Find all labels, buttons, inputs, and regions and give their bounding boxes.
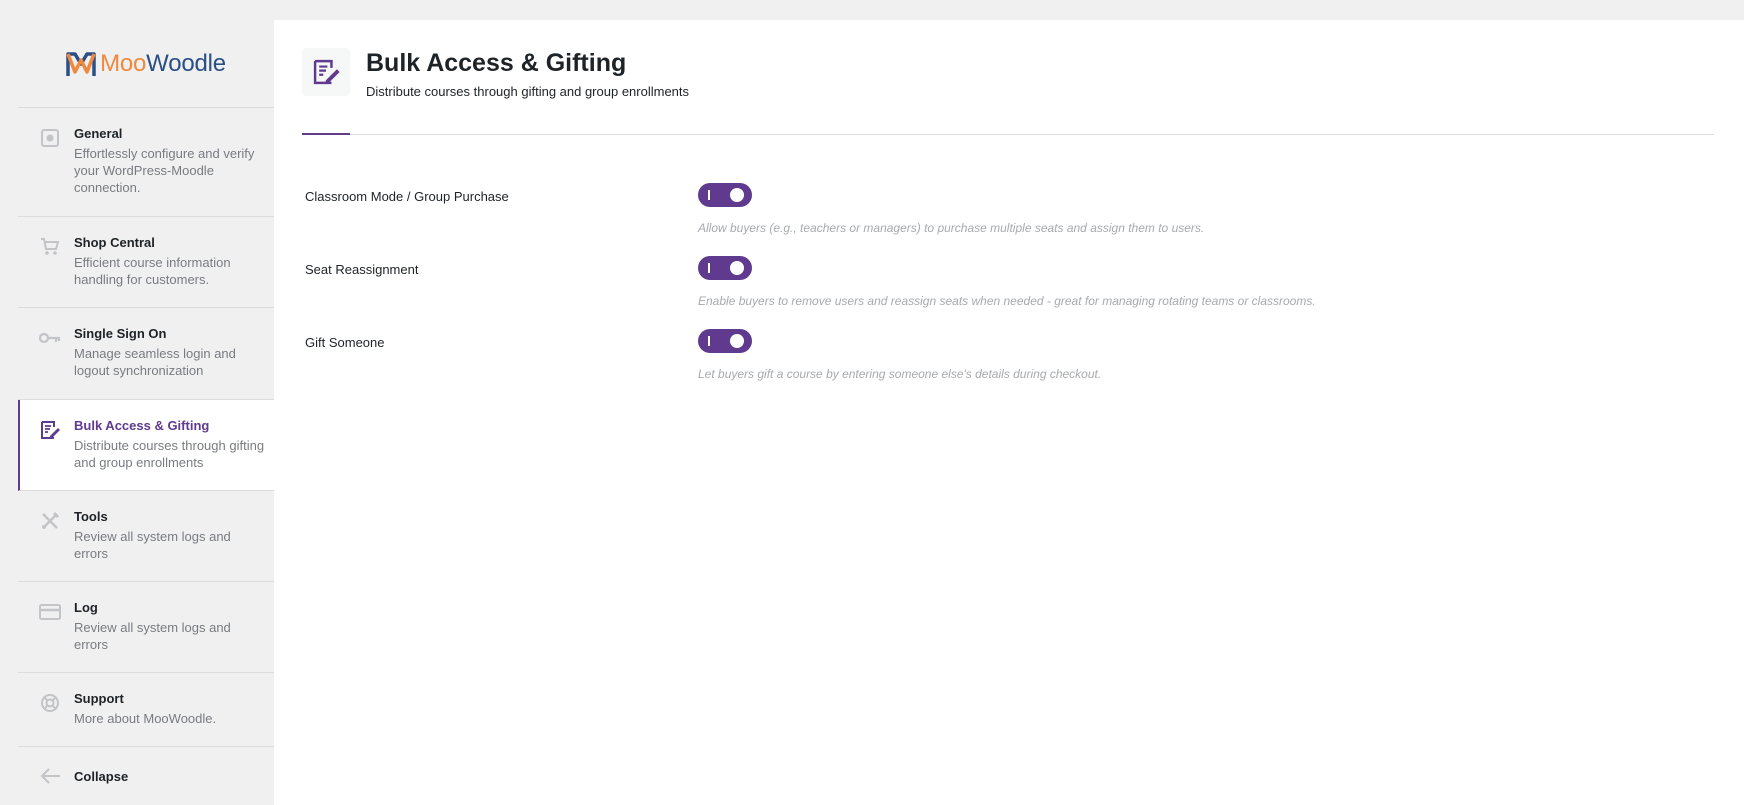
sidebar-item-title: Log (74, 600, 98, 615)
sidebar-item-desc: Review all system logs and errors (74, 620, 231, 652)
page-subtitle: Distribute courses through gifting and g… (366, 84, 690, 99)
sidebar-item-title: General (74, 126, 123, 141)
sidebar-item-general[interactable]: General Effortlessly configure and verif… (18, 108, 274, 217)
lifebuoy-icon (38, 691, 62, 715)
main-content: Bulk Access & Gifting Distribute courses… (274, 20, 1744, 805)
sidebar-item-title: Bulk Access & Gifting (74, 418, 210, 433)
sidebar-item-title: Shop Central (74, 235, 155, 250)
sidebar-item-title: Support (74, 691, 124, 706)
sidebar: MooWoodle General Effortlessly configure… (18, 20, 274, 805)
sidebar-item-log[interactable]: Log Review all system logs and errors (18, 582, 274, 673)
sidebar-item-desc: Efficient course information handling fo… (74, 255, 231, 287)
setting-help-text: Let buyers gift a course by entering som… (698, 367, 1102, 381)
sidebar-item-desc: Effortlessly configure and verify your W… (74, 146, 255, 195)
sidebar-item-title: Tools (74, 509, 108, 524)
setting-help-text: Enable buyers to remove users and reassi… (698, 294, 1316, 308)
app-shell: MooWoodle General Effortlessly configure… (18, 20, 1744, 805)
edit-note-icon (302, 48, 350, 96)
setting-label: Classroom Mode / Group Purchase (305, 189, 509, 204)
key-icon (38, 326, 62, 350)
sidebar-item-bulk-access-gifting[interactable]: Bulk Access & Gifting Distribute courses… (18, 400, 274, 491)
logo-text: MooWoodle (100, 49, 226, 77)
page-title: Bulk Access & Gifting (366, 49, 627, 77)
setting-row-classroom-mode: Classroom Mode / Group Purchase Allow bu… (302, 183, 1714, 256)
settings-list: Classroom Mode / Group Purchase Allow bu… (302, 183, 1714, 402)
cart-icon (38, 235, 62, 259)
setting-row-seat-reassignment: Seat Reassignment Enable buyers to remov… (302, 256, 1714, 329)
collapse-label: Collapse (74, 768, 129, 784)
collapse-button[interactable]: Collapse (18, 747, 274, 805)
gift-someone-toggle[interactable] (698, 329, 752, 353)
sidebar-item-shop-central[interactable]: Shop Central Efficient course informatio… (18, 217, 274, 308)
tools-icon (38, 509, 62, 533)
moowoodle-logo-icon (66, 50, 96, 78)
sidebar-item-desc: Manage seamless login and logout synchro… (74, 346, 236, 378)
arrow-left-icon (38, 764, 62, 788)
setting-label: Gift Someone (305, 335, 385, 350)
sidebar-item-single-sign-on[interactable]: Single Sign On Manage seamless login and… (18, 308, 274, 400)
classroom-mode-toggle[interactable] (698, 183, 752, 207)
edit-note-icon (38, 418, 62, 442)
gear-icon (38, 126, 62, 150)
setting-help-text: Allow buyers (e.g., teachers or managers… (698, 221, 1205, 235)
sidebar-item-desc: More about MooWoodle. (74, 711, 217, 726)
sidebar-item-support[interactable]: Support More about MooWoodle. (18, 673, 274, 747)
sidebar-item-desc: Review all system logs and errors (74, 529, 231, 561)
header-active-underline (302, 133, 350, 135)
sidebar-item-title: Single Sign On (74, 326, 167, 341)
card-icon (38, 600, 62, 624)
sidebar-item-desc: Distribute courses through gifting and g… (74, 438, 265, 470)
page-header: Bulk Access & Gifting Distribute courses… (302, 48, 1714, 135)
setting-label: Seat Reassignment (305, 262, 419, 277)
setting-row-gift-someone: Gift Someone Let buyers gift a course by… (302, 329, 1714, 402)
seat-reassignment-toggle[interactable] (698, 256, 752, 280)
logo: MooWoodle (18, 20, 274, 108)
sidebar-item-tools[interactable]: Tools Review all system logs and errors (18, 491, 274, 582)
